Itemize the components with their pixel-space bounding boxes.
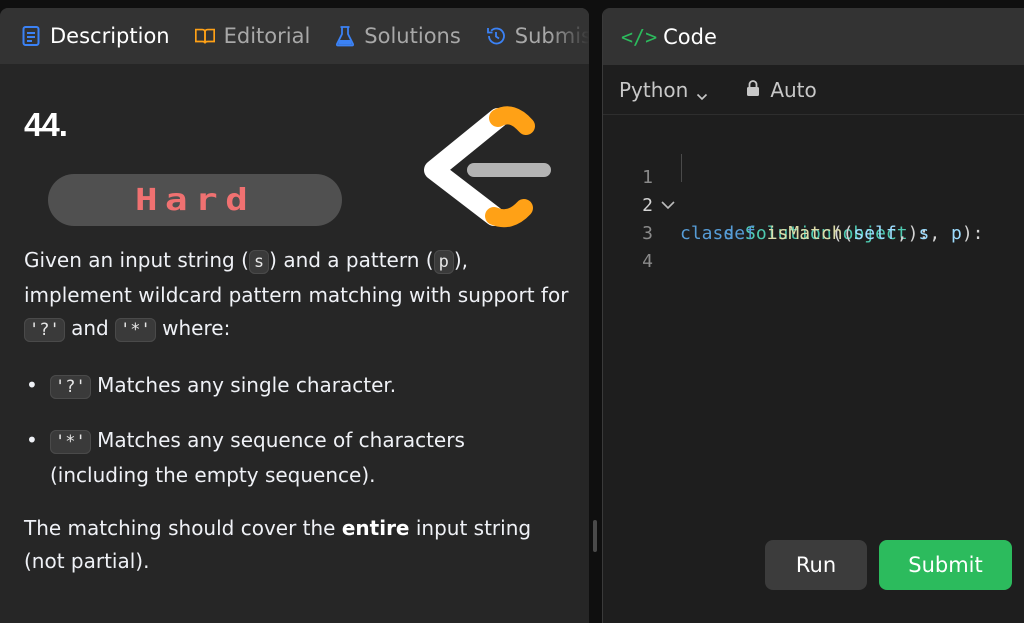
description-paragraph: The matching should cover the entire inp… [24, 512, 569, 578]
tabbar-fade [549, 8, 589, 64]
panel-resize-handle[interactable] [593, 520, 597, 552]
difficulty-label: Hard [134, 182, 256, 218]
chevron-down-icon [696, 84, 708, 100]
description-panel: Description Editorial Solutions Submis 4… [0, 8, 589, 623]
description-icon [20, 25, 42, 47]
tab-solutions-label: Solutions [364, 24, 461, 48]
code-text: def isMatch(self, s, p): [723, 223, 984, 244]
tab-solutions[interactable]: Solutions [334, 8, 461, 64]
line-number: 4 [642, 251, 653, 272]
desc-text: Given an input string ( [24, 248, 249, 272]
list-item: '*' Matches any sequence of characters (… [24, 424, 569, 492]
difficulty-badge: Hard [48, 174, 342, 226]
language-select[interactable]: Python [619, 78, 708, 102]
code-panel: </> Code Python Auto 1 class Solution(ob… [602, 8, 1024, 623]
rules-list: '?' Matches any single character. '*' Ma… [24, 369, 569, 492]
code-panel-header: </> Code [603, 8, 1024, 65]
left-tabbar: Description Editorial Solutions Submis [0, 8, 589, 64]
list-item-text: Matches any single character. [90, 373, 397, 397]
code-line: 3 [603, 192, 668, 244]
inline-code: '?' [24, 318, 65, 342]
mode-label: Auto [770, 77, 817, 102]
editor-toolbar: Python Auto [603, 65, 1024, 115]
auto-mode-toggle[interactable]: Auto [746, 77, 817, 102]
code-line: 1 class Solution(object): [603, 136, 929, 244]
desc-text: where: [155, 316, 231, 340]
inline-code: '?' [50, 375, 91, 399]
tab-description[interactable]: Description [20, 8, 170, 64]
lock-icon [746, 78, 760, 102]
code-editor[interactable]: 1 class Solution(object): 2 def isMatch(… [603, 126, 1024, 526]
inline-code: p [433, 250, 454, 274]
list-item-text: Matches any sequence of characters (incl… [50, 428, 465, 487]
desc-text: and [64, 316, 116, 340]
run-button[interactable]: Run [765, 540, 867, 590]
book-icon [194, 25, 216, 47]
problem-number: 44. [24, 106, 68, 143]
language-label: Python [619, 77, 689, 102]
tab-editorial-label: Editorial [223, 24, 311, 48]
desc-bold-text: entire [341, 516, 410, 540]
flask-icon [334, 25, 356, 47]
tab-description-label: Description [50, 24, 170, 48]
code-line: 2 def isMatch(self, s, p): [603, 164, 983, 244]
tab-editorial[interactable]: Editorial [194, 8, 311, 64]
code-icon: </> [621, 24, 658, 49]
inline-code: s [248, 250, 270, 274]
indent-guide [681, 154, 682, 182]
inline-code: '*' [50, 430, 91, 454]
submit-button[interactable]: Submit [879, 540, 1012, 590]
description-paragraph: Given an input string (s) and a pattern … [24, 244, 569, 347]
inline-code: '*' [115, 318, 156, 342]
code-panel-title: Code [663, 24, 717, 49]
leetcode-logo [390, 98, 589, 233]
list-item: '?' Matches any single character. [24, 369, 569, 404]
code-line: 4 [603, 220, 668, 272]
history-icon [485, 25, 507, 47]
problem-description: Given an input string (s) and a pattern … [24, 244, 569, 578]
desc-text: ) and a pattern ( [269, 248, 434, 272]
desc-text: The matching should cover the [24, 516, 342, 540]
